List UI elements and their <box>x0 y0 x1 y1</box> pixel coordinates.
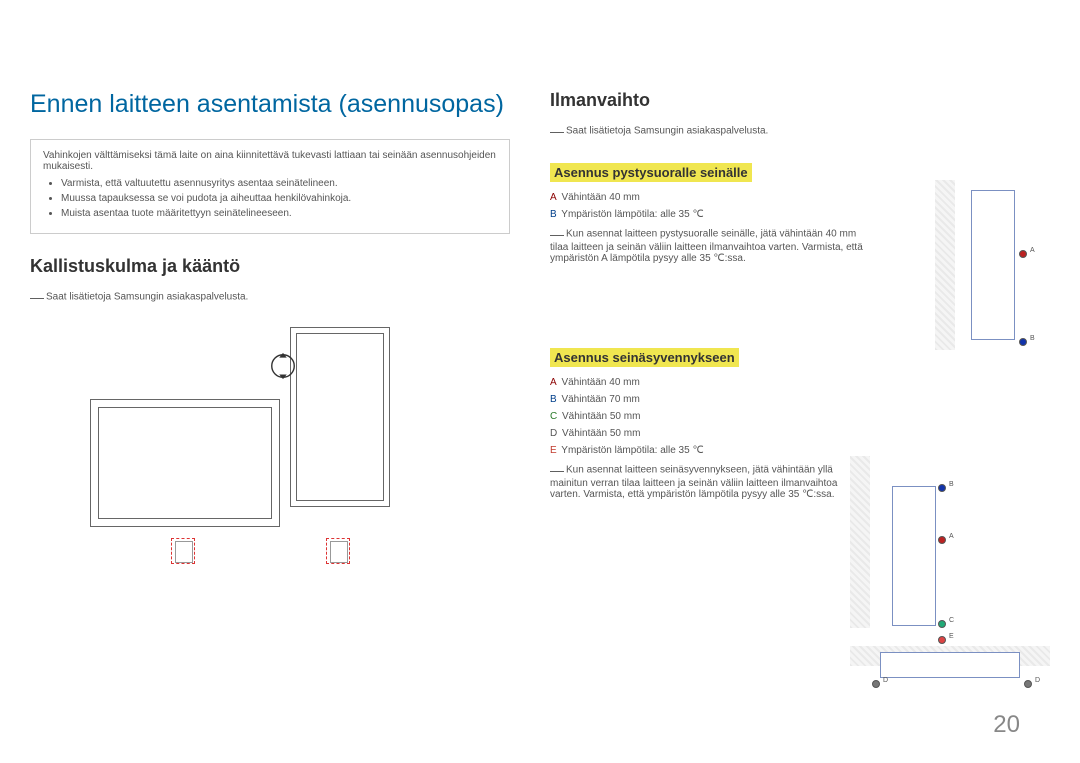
wall-install-diagram: A B <box>935 180 1050 350</box>
warning-item: Varmista, että valtuutettu asennusyritys… <box>61 178 497 189</box>
warning-item: Muussa tapauksessa se voi pudota ja aihe… <box>61 193 497 204</box>
sec1-note: ―Kun asennat laitteen pystysuoralle sein… <box>550 226 870 264</box>
warning-intro: Vahinkojen välttämiseksi tämä laite on a… <box>43 150 497 172</box>
page-number: 20 <box>993 711 1020 739</box>
warning-item: Muista asentaa tuote määritettyyn seinät… <box>61 208 497 219</box>
section-heading-tilt: Kallistuskulma ja kääntö <box>30 256 510 277</box>
recess-install-diagram: A B C E D D <box>850 456 1050 694</box>
rotate-arrow-icon <box>268 351 298 381</box>
warning-box: Vahinkojen välttämiseksi tämä laite on a… <box>30 139 510 234</box>
section-heading-ventilation: Ilmanvaihto <box>550 90 1050 111</box>
tilt-note: ―Saat lisätietoja Samsungin asiakaspalve… <box>30 289 510 305</box>
subheading-recessed-wall: Asennus seinäsyvennykseen <box>550 348 739 367</box>
tilt-rotate-diagram <box>90 321 390 581</box>
main-heading: Ennen laitteen asentamista (asennusopas) <box>30 90 510 119</box>
label-b: B <box>550 209 557 220</box>
subheading-vertical-wall: Asennus pystysuoralle seinälle <box>550 163 752 182</box>
ventilation-note: ―Saat lisätietoja Samsungin asiakaspalve… <box>550 123 1050 139</box>
label-a: A <box>550 192 557 203</box>
sec2-note: ―Kun asennat laitteen seinäsyvennykseen,… <box>550 462 850 500</box>
